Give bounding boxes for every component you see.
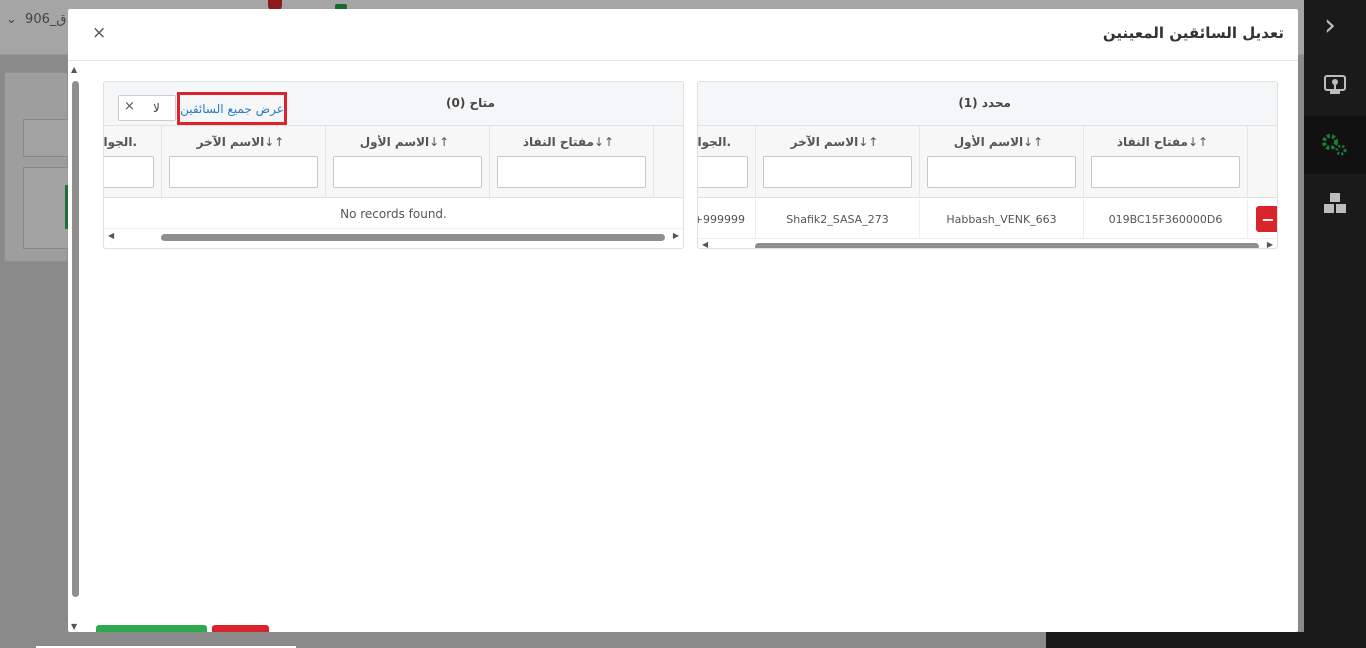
column-label[interactable]: الجوال. (698, 135, 731, 149)
scrollbar-thumb[interactable] (755, 243, 1259, 248)
sort-icon: ↓↑ (858, 135, 879, 149)
background-selector: ⌄ ق_906 (6, 12, 66, 27)
column-access-key[interactable]: مفتاح النفاذ↓↑ (1083, 126, 1247, 198)
column-label[interactable]: الاسم الآخر↓↑ (166, 135, 315, 149)
column-first-name[interactable]: الاسم الأول↓↑ (325, 126, 489, 198)
scrollbar-thumb[interactable] (72, 81, 79, 597)
cell-last-name: Shafik2_SASA_273 (755, 199, 919, 239)
horizontal-scrollbar[interactable]: ◀ ▶ (698, 238, 1277, 248)
scroll-left-arrow-icon[interactable]: ◀ (702, 240, 708, 248)
sort-icon: ↓↑ (594, 135, 615, 149)
selected-panel-title: محدد (1) (958, 96, 1011, 110)
background-selector-text: ق_906 (25, 12, 67, 27)
action-column-header (653, 126, 683, 198)
sort-icon: ↓↑ (1023, 135, 1044, 149)
scroll-down-arrow-icon[interactable]: ▼ (71, 622, 77, 631)
column-mobile[interactable]: الجوال. (698, 126, 755, 198)
close-icon[interactable]: × (92, 23, 106, 43)
sort-icon: ↓↑ (264, 135, 285, 149)
scrollbar-thumb[interactable] (161, 234, 665, 241)
cell-mobile: +999999 (698, 199, 755, 239)
gears-icon (1320, 130, 1350, 160)
action-cell: − (1247, 199, 1277, 239)
clear-icon[interactable]: × (124, 99, 135, 114)
column-label[interactable]: مفتاح النفاذ↓↑ (1088, 135, 1237, 149)
column-last-name[interactable]: الاسم الآخر↓↑ (161, 126, 325, 198)
selected-panel-header: محدد (1) (698, 82, 1277, 126)
cell-access-key: 019BC15F360000D6 (1083, 199, 1247, 239)
table-header: مفتاح النفاذ↓↑ الاسم الأول↓↑ الاسم الآخر… (698, 126, 1277, 198)
column-first-name[interactable]: الاسم الأول↓↑ (919, 126, 1083, 198)
filter-last-name-input[interactable] (169, 156, 318, 188)
column-label[interactable]: الاسم الأول↓↑ (924, 135, 1073, 149)
selected-drivers-panel: محدد (1) مفتاح النفاذ↓↑ الاسم الأول↓↑ ال… (697, 81, 1278, 249)
background-panel (4, 72, 71, 262)
column-last-name[interactable]: الاسم الآخر↓↑ (755, 126, 919, 198)
modal-header: تعديل السائقين المعينين × (68, 9, 1298, 61)
filter-access-key-input[interactable] (1091, 156, 1240, 188)
edit-assigned-drivers-modal: تعديل السائقين المعينين × ▲ ▼ محدد (1) م… (68, 9, 1298, 632)
filter-last-name-input[interactable] (763, 156, 912, 188)
chevron-right-icon: › (1324, 8, 1336, 43)
vertical-scrollbar[interactable]: ▲ ▼ (68, 65, 82, 631)
filter-access-key-input[interactable] (497, 156, 646, 188)
filter-first-name-input[interactable] (927, 156, 1076, 188)
available-panel-title: متاح (0) (446, 96, 495, 110)
sort-icon: ↓↑ (429, 135, 450, 149)
save-button[interactable] (96, 625, 207, 632)
background-footer (1046, 632, 1366, 648)
scroll-left-arrow-icon[interactable]: ◀ (108, 231, 114, 240)
modal-title: تعديل السائقين المعينين (1102, 24, 1284, 42)
table-row[interactable]: − 019BC15F360000D6 Habbash_VENK_663 Shaf… (698, 199, 1277, 239)
show-all-toggle-select[interactable]: × لا (118, 95, 176, 121)
action-column-header (1247, 126, 1277, 198)
remove-driver-button[interactable]: − (1256, 206, 1277, 232)
filter-mobile-input[interactable] (698, 156, 748, 188)
filter-mobile-input[interactable] (104, 156, 154, 188)
cancel-button[interactable] (212, 625, 269, 632)
column-label[interactable]: الاسم الأول↓↑ (330, 135, 479, 149)
scroll-right-arrow-icon[interactable]: ▶ (1267, 240, 1273, 248)
cubes-icon (1320, 189, 1350, 219)
sort-icon: ↓↑ (1188, 135, 1209, 149)
empty-row: No records found. (104, 199, 683, 229)
chevron-down-icon: ⌄ (6, 12, 17, 27)
show-all-drivers-link[interactable]: عرض جميع السائقين (177, 92, 287, 125)
scroll-up-arrow-icon[interactable]: ▲ (71, 65, 77, 74)
background-box (23, 119, 71, 157)
right-sidebar: › (1304, 0, 1366, 648)
background-box (23, 167, 71, 249)
map-pin-icon (1320, 70, 1350, 100)
scroll-right-arrow-icon[interactable]: ▶ (673, 231, 679, 240)
empty-message: No records found. (340, 207, 447, 221)
cell-first-name: Habbash_VENK_663 (919, 199, 1083, 239)
toggle-value: لا (153, 101, 160, 115)
filter-first-name-input[interactable] (333, 156, 482, 188)
column-mobile[interactable]: الجوال. (104, 126, 161, 198)
column-label[interactable]: مفتاح النفاذ↓↑ (494, 135, 643, 149)
column-label[interactable]: الاسم الآخر↓↑ (760, 135, 909, 149)
available-panel-header: متاح (0) عرض جميع السائقين × لا (104, 82, 683, 126)
available-drivers-panel: متاح (0) عرض جميع السائقين × لا مفتاح ال… (103, 81, 684, 249)
column-label[interactable]: الجوال. (104, 135, 137, 149)
horizontal-scrollbar[interactable]: ◀ ▶ (104, 229, 683, 245)
show-all-drivers-label[interactable]: عرض جميع السائقين (180, 102, 284, 116)
table-header: مفتاح النفاذ↓↑ الاسم الأول↓↑ الاسم الآخر… (104, 126, 683, 198)
column-access-key[interactable]: مفتاح النفاذ↓↑ (489, 126, 653, 198)
